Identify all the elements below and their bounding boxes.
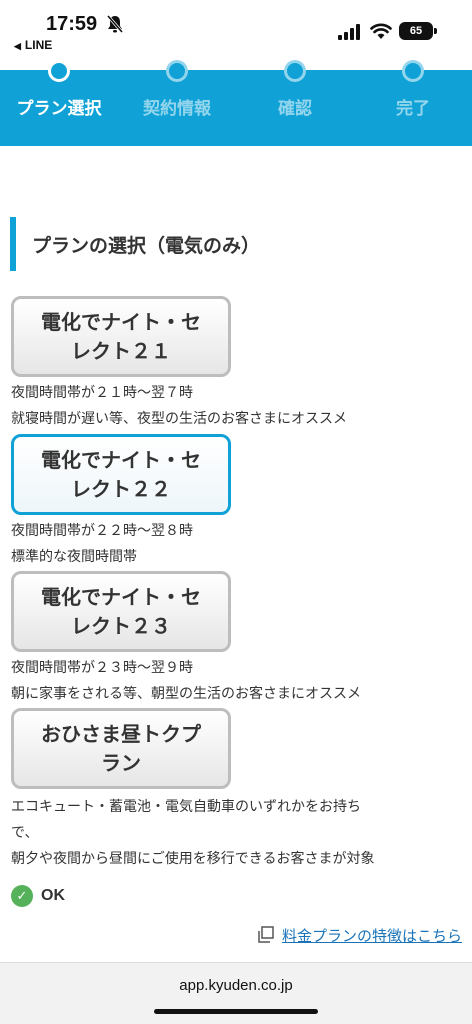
plan-description: 夜間時間帯が２１時〜翌７時 [11,385,193,401]
step-confirm: 確認 [236,60,354,146]
plan-name-line1: おひさま昼トクプ [41,721,201,746]
step-label: 完了 [396,99,430,119]
ok-label: OK [41,887,65,904]
step-label: プラン選択 [16,99,102,119]
step-plan-selection: プラン選択 [0,60,118,146]
url-text[interactable]: app.kyuden.co.jp [0,977,472,994]
step-dot [166,60,188,82]
battery-indicator: 65 [399,22,437,40]
step-label: 確認 [278,99,312,119]
back-to-line-button[interactable]: ◀ LINE [14,38,52,52]
plan-name-line2: レクト２１ [71,338,171,363]
plan-name-line1: 電化でナイト・セ [41,309,201,334]
plan-description: 就寝時間が遅い等、夜型の生活のお客さまにオススメ [11,411,347,427]
step-dot [402,60,424,82]
external-window-icon [258,926,274,943]
step-contract-info: 契約情報 [118,60,236,146]
plan-name-line1: 電化でナイト・セ [41,584,201,609]
status-time: 17:59 [46,13,98,35]
back-arrow-icon: ◀ [14,41,21,51]
plan-name-line2: レクト２２ [71,476,171,501]
plan-description: 夜間時間帯が２２時〜翌８時 [11,523,193,539]
plan-name-line2: ラン [101,750,141,775]
plan-features-link-text[interactable]: 料金プランの特徴はこちら [282,925,462,946]
step-dot [284,60,306,82]
plan-name-line2: レクト２３ [71,613,171,638]
check-circle-icon: ✓ [11,885,33,907]
ok-indicator: ✓ OK [11,884,65,908]
plan-name: おひさま昼トクプ ラン [41,720,201,778]
wifi-icon [370,23,392,39]
plan-description: 標準的な夜間時間帯 [11,549,137,565]
plan-description: で、 [11,825,39,841]
plan-description: 夜間時間帯が２３時〜翌９時 [11,660,193,676]
plan-description: 朝夕や夜間から昼間にご使用を移行できるお客さまが対象 [11,851,375,867]
plan-button-night-select-22[interactable]: 電化でナイト・セ レクト２２ [11,434,231,515]
plan-features-link[interactable]: 料金プランの特徴はこちら [256,923,462,947]
plan-name-line1: 電化でナイト・セ [41,447,201,472]
plan-button-night-select-21[interactable]: 電化でナイト・セ レクト２１ [11,296,231,377]
step-label: 契約情報 [143,99,211,119]
plan-button-ohisama-daytime[interactable]: おひさま昼トクプ ラン [11,708,231,789]
status-bar: 17:59 ◀ LINE 65 [0,0,472,70]
bell-muted-icon [106,15,124,33]
step-dot [48,60,70,82]
browser-url-bar[interactable]: app.kyuden.co.jp [0,962,472,1024]
plan-description: エコキュート・蓄電池・電気自動車のいずれかをお持ち [11,799,361,815]
back-label: LINE [24,38,53,52]
plan-name: 電化でナイト・セ レクト２３ [41,583,201,641]
plan-name: 電化でナイト・セ レクト２２ [41,446,201,504]
plan-name: 電化でナイト・セ レクト２１ [41,308,201,366]
progress-steps: プラン選択 契約情報 確認 完了 [0,60,472,146]
home-indicator[interactable] [154,1009,318,1014]
plan-description: 朝に家事をされる等、朝型の生活のお客さまにオススメ [11,686,361,702]
battery-level: 65 [409,25,423,37]
cellular-signal-icon [338,24,360,40]
plan-button-night-select-23[interactable]: 電化でナイト・セ レクト２３ [11,571,231,652]
step-complete: 完了 [354,60,472,146]
section-title: プランの選択（電気のみ） [10,217,460,271]
